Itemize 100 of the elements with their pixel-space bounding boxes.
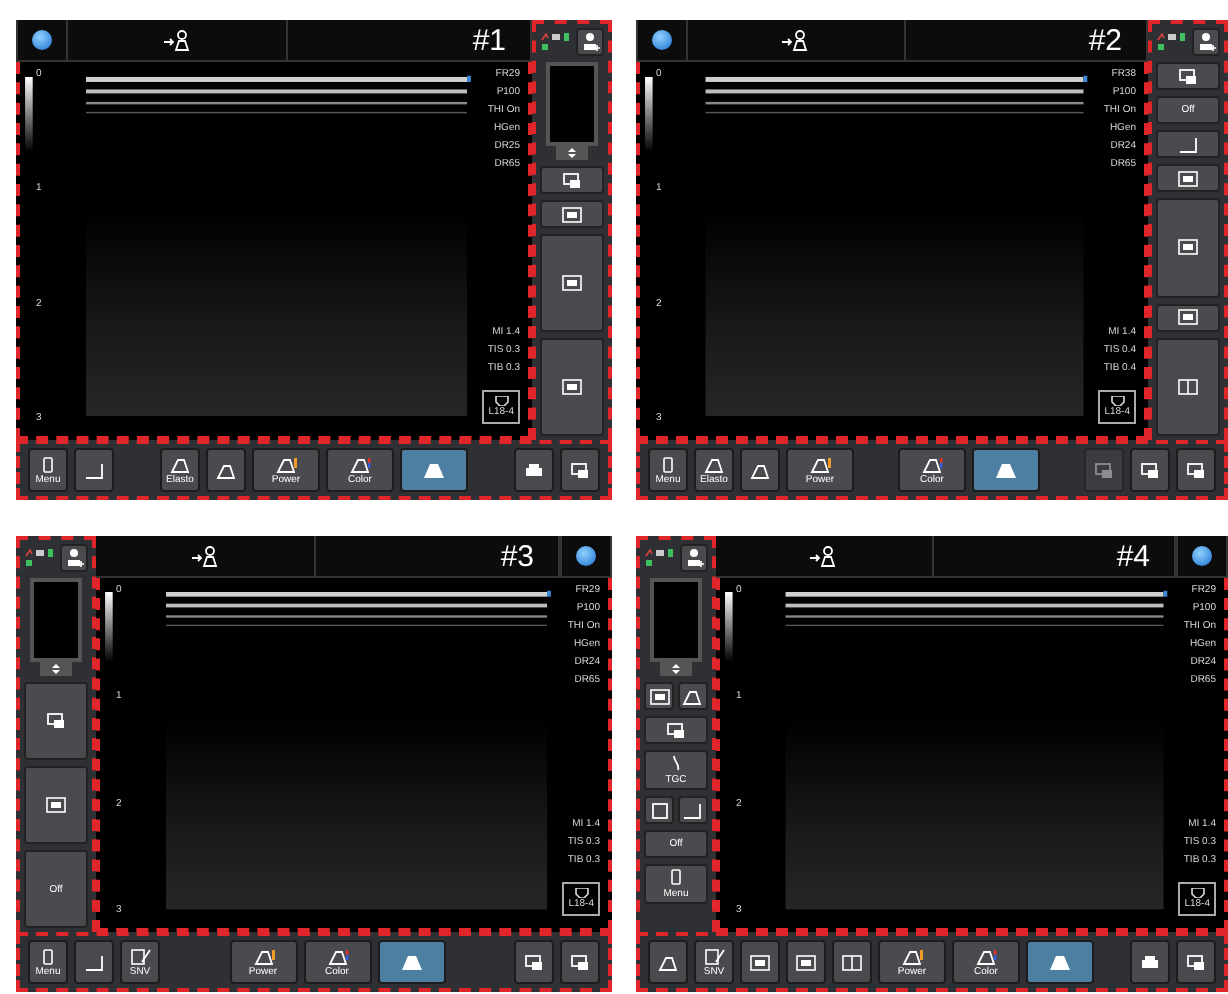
fan-icon bbox=[422, 461, 446, 479]
toolbar-button[interactable] bbox=[832, 940, 872, 984]
toolbar-button[interactable] bbox=[1176, 940, 1216, 984]
toolbar-button[interactable] bbox=[786, 940, 826, 984]
side-button[interactable] bbox=[1156, 130, 1220, 158]
monitor-icon bbox=[1184, 953, 1208, 971]
side-button[interactable] bbox=[540, 200, 604, 228]
side-button[interactable] bbox=[644, 716, 708, 744]
layout-icon bbox=[794, 953, 818, 971]
status-icons bbox=[644, 548, 676, 568]
add-patient-button[interactable] bbox=[60, 544, 88, 572]
probe-icon bbox=[214, 461, 238, 479]
caliper-icon bbox=[680, 801, 705, 819]
toolbar-button[interactable] bbox=[560, 940, 600, 984]
toolbar-button[interactable] bbox=[514, 940, 554, 984]
add-patient-button[interactable] bbox=[576, 28, 604, 56]
arrow-icon bbox=[52, 664, 60, 674]
monitor-icon bbox=[1138, 461, 1162, 479]
person-add-icon bbox=[685, 548, 703, 568]
printer-icon bbox=[1138, 953, 1162, 971]
screen-label: #4 bbox=[1116, 541, 1150, 571]
expand-tab[interactable] bbox=[556, 146, 588, 160]
printer-icon bbox=[522, 461, 546, 479]
probe-icon bbox=[1189, 888, 1206, 898]
person-add-icon bbox=[1197, 32, 1215, 52]
layout-icon bbox=[748, 953, 772, 971]
patient-arrow-icon bbox=[163, 29, 191, 51]
arrow-icon bbox=[672, 664, 680, 674]
toolbar-button[interactable] bbox=[514, 448, 554, 492]
layout-icon bbox=[44, 796, 68, 814]
side-button[interactable] bbox=[1156, 337, 1220, 436]
toolbar-button[interactable] bbox=[972, 448, 1040, 492]
side-button[interactable] bbox=[1156, 62, 1220, 90]
layout-icon bbox=[560, 274, 584, 292]
status-icons bbox=[24, 548, 56, 568]
side-button[interactable] bbox=[644, 796, 675, 824]
layout-icon bbox=[647, 687, 672, 705]
probe-icon bbox=[325, 947, 349, 965]
toolbar-button[interactable] bbox=[1026, 940, 1094, 984]
layout-icon bbox=[1176, 308, 1200, 326]
side-button[interactable] bbox=[540, 166, 604, 194]
toolbar-button[interactable] bbox=[1130, 940, 1170, 984]
fan-icon bbox=[994, 461, 1018, 479]
side-button[interactable] bbox=[540, 338, 604, 436]
probe-icon bbox=[251, 947, 275, 965]
screen-label: #2 bbox=[1088, 25, 1122, 55]
pencil-icon bbox=[128, 947, 152, 965]
patient-arrow-icon bbox=[810, 545, 838, 567]
fan-icon bbox=[399, 953, 423, 971]
probe-icon bbox=[900, 947, 924, 965]
side-button[interactable] bbox=[1156, 198, 1220, 297]
side-button[interactable] bbox=[540, 234, 604, 332]
logo-icon bbox=[32, 30, 52, 50]
arrow-icon bbox=[568, 148, 576, 158]
probe-icon bbox=[1109, 396, 1126, 406]
toolbar-button[interactable] bbox=[1176, 448, 1216, 492]
toolbar-button[interactable] bbox=[560, 448, 600, 492]
expand-tab[interactable] bbox=[660, 662, 692, 676]
caliper-icon bbox=[82, 953, 106, 971]
toolbar-button[interactable] bbox=[206, 448, 246, 492]
monitor-icon bbox=[1184, 461, 1208, 479]
side-button[interactable] bbox=[1156, 164, 1220, 192]
side-button[interactable] bbox=[677, 682, 708, 710]
toolbar-button[interactable] bbox=[1130, 448, 1170, 492]
probe-icon bbox=[656, 953, 680, 971]
monitor-icon bbox=[664, 721, 688, 739]
monitor-icon bbox=[560, 171, 584, 189]
preview-thumbnail bbox=[650, 578, 702, 662]
layout-icon bbox=[560, 378, 584, 396]
status-icons bbox=[540, 32, 572, 52]
layout-icon bbox=[1176, 238, 1200, 257]
probe-icon bbox=[748, 461, 772, 479]
preview-thumbnail bbox=[546, 62, 598, 146]
screen-label: #3 bbox=[500, 541, 534, 571]
add-patient-button[interactable] bbox=[1192, 28, 1220, 56]
toolbar-button[interactable] bbox=[74, 448, 114, 492]
status-icons bbox=[1156, 32, 1188, 52]
side-button[interactable] bbox=[677, 796, 708, 824]
probe-icon bbox=[702, 455, 726, 473]
toolbar-button[interactable] bbox=[740, 940, 780, 984]
patient-arrow-icon bbox=[782, 29, 810, 51]
layout-icon bbox=[560, 205, 584, 223]
toolbar-button[interactable] bbox=[74, 940, 114, 984]
probe-icon bbox=[573, 888, 590, 898]
probe-icon bbox=[680, 687, 705, 705]
toolbar-button[interactable] bbox=[400, 448, 468, 492]
toolbar-button[interactable] bbox=[648, 940, 688, 984]
add-patient-button[interactable] bbox=[680, 544, 708, 572]
side-button[interactable] bbox=[24, 766, 88, 844]
toolbar-button[interactable] bbox=[377, 940, 445, 984]
toolbar-button[interactable] bbox=[740, 448, 780, 492]
probe-icon bbox=[808, 455, 832, 473]
letter-box-icon bbox=[647, 801, 672, 819]
expand-tab[interactable] bbox=[40, 662, 72, 676]
screen-label: #1 bbox=[472, 25, 506, 55]
patient-arrow-icon bbox=[191, 545, 219, 567]
side-button[interactable] bbox=[1156, 303, 1220, 331]
side-button[interactable] bbox=[644, 682, 675, 710]
monitor-icon bbox=[1092, 461, 1116, 479]
side-button[interactable] bbox=[24, 682, 88, 760]
